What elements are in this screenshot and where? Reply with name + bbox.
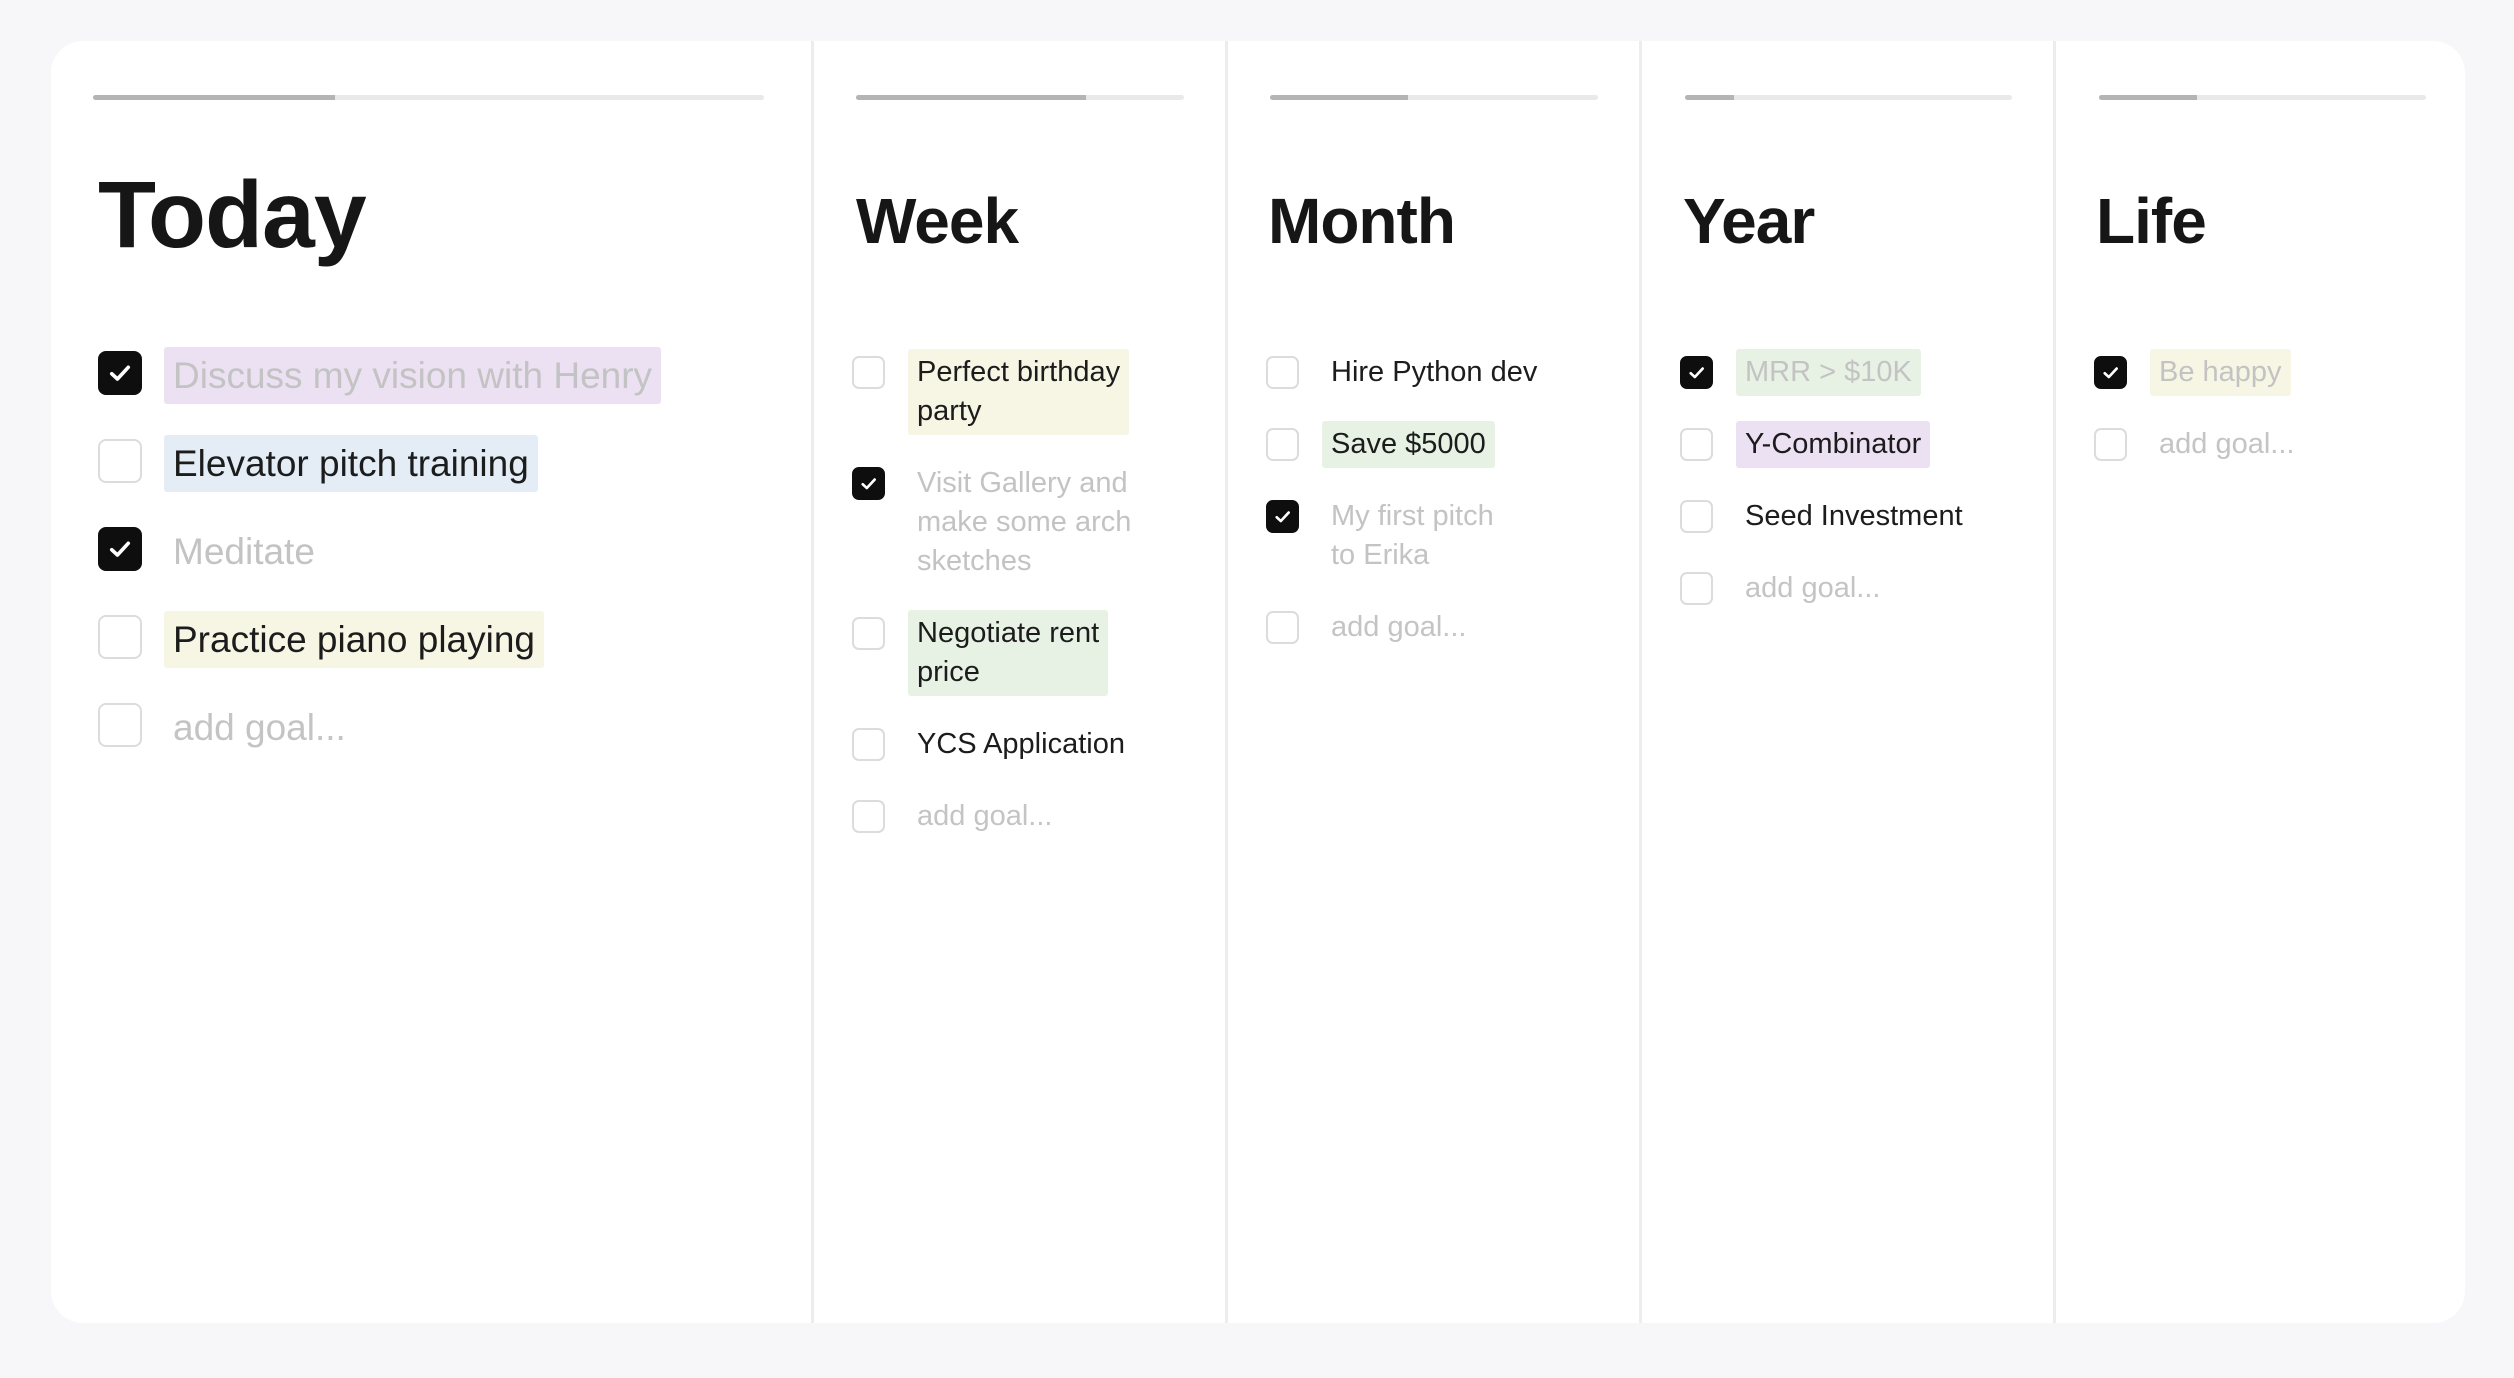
goal-label: Negotiate rent price (908, 610, 1109, 696)
add-goal-item[interactable]: add goal... (98, 699, 661, 756)
progress-bar-year (1685, 95, 2012, 100)
goal-list-life: Be happy add goal... (2094, 349, 2303, 493)
goals-board: Today Discuss my vision with Henry Elevat… (51, 41, 2465, 1323)
goal-item[interactable]: Hire Python dev (1266, 349, 1546, 396)
checkbox[interactable] (98, 615, 142, 659)
progress-fill-today (93, 95, 335, 100)
goal-item[interactable]: Elevator pitch training (98, 435, 661, 492)
progress-bar-today (93, 95, 764, 100)
add-goal-item[interactable]: add goal... (2094, 421, 2303, 468)
checkbox[interactable] (852, 800, 885, 833)
goal-item[interactable]: Perfect birthday party (852, 349, 1140, 435)
goal-item[interactable]: Practice piano playing (98, 611, 661, 668)
add-goal-placeholder[interactable]: add goal... (1736, 565, 1889, 612)
checkbox[interactable] (852, 356, 885, 389)
progress-bar-week (856, 95, 1184, 100)
goal-item[interactable]: Visit Gallery and make some arch sketche… (852, 460, 1140, 585)
progress-fill-month (1270, 95, 1408, 100)
column-week: Week Perfect birthday party Visit Gallery… (814, 41, 1228, 1323)
goal-item[interactable]: YCS Application (852, 721, 1140, 768)
checkbox[interactable] (1266, 428, 1299, 461)
goal-item[interactable]: Discuss my vision with Henry (98, 347, 662, 404)
goal-item[interactable]: Save $5000 (1266, 421, 1546, 468)
add-goal-placeholder[interactable]: add goal... (164, 699, 355, 756)
column-year: Year MRR > $10K Y-Combinator Seed Investme… (1642, 41, 2056, 1323)
goal-item[interactable]: Seed Investment (1680, 493, 1972, 540)
add-goal-placeholder[interactable]: add goal... (1322, 604, 1475, 651)
goal-item[interactable]: My first pitch to Erika (1266, 493, 1546, 579)
goal-label: My first pitch to Erika (1331, 500, 1494, 571)
checkbox-checked[interactable] (1680, 356, 1713, 389)
goal-label: Perfect birthday party (908, 349, 1130, 435)
progress-fill-week (856, 95, 1086, 100)
column-title-life: Life (2096, 185, 2207, 257)
checkbox-checked[interactable] (98, 527, 142, 571)
checkmark-icon (109, 541, 131, 557)
checkbox-checked[interactable] (98, 351, 142, 395)
checkbox[interactable] (1266, 611, 1299, 644)
checkmark-icon (1275, 511, 1290, 523)
goal-label: Visit Gallery and make some arch sketche… (917, 467, 1132, 577)
progress-fill-year (1685, 95, 1735, 100)
add-goal-item[interactable]: add goal... (852, 793, 1140, 840)
goal-label: Be happy (2150, 349, 2291, 396)
checkbox-checked[interactable] (1266, 500, 1299, 533)
checkbox[interactable] (2094, 428, 2127, 461)
checkmark-icon (861, 478, 876, 490)
column-life: Life Be happy add goal... (2056, 41, 2465, 1323)
column-today: Today Discuss my vision with Henry Elevat… (51, 41, 814, 1323)
column-month: Month Hire Python dev Save $5000 My first … (1228, 41, 1642, 1323)
goal-item[interactable]: Y-Combinator (1680, 421, 1972, 468)
checkbox[interactable] (1266, 356, 1299, 389)
checkbox[interactable] (98, 703, 142, 747)
add-goal-item[interactable]: add goal... (1680, 565, 1972, 612)
checkmark-icon (109, 365, 131, 381)
goal-label: Y-Combinator (1736, 421, 1931, 468)
goal-label: Elevator pitch training (164, 435, 538, 492)
goal-label: Save $5000 (1322, 421, 1495, 468)
column-title-week: Week (856, 185, 1019, 257)
goal-label: MRR > $10K (1736, 349, 1921, 396)
goal-list-year: MRR > $10K Y-Combinator Seed Investment add… (1680, 349, 1972, 637)
goal-label: Meditate (173, 531, 315, 572)
checkmark-icon (2103, 367, 2118, 379)
checkbox-checked[interactable] (2094, 356, 2127, 389)
goal-list-today: Discuss my vision with Henry Elevator pit… (98, 347, 662, 787)
add-goal-placeholder[interactable]: add goal... (2150, 421, 2303, 468)
goal-list-month: Hire Python dev Save $5000 My first pitch … (1266, 349, 1546, 676)
goal-item[interactable]: MRR > $10K (1680, 349, 1972, 396)
checkbox-checked[interactable] (852, 467, 885, 500)
goal-list-week: Perfect birthday party Visit Gallery and … (852, 349, 1140, 865)
checkmark-icon (1689, 367, 1704, 379)
checkbox[interactable] (852, 728, 885, 761)
progress-bar-life (2099, 95, 2426, 100)
column-title-year: Year (1683, 185, 1815, 257)
column-title-month: Month (1268, 185, 1456, 257)
checkbox[interactable] (852, 617, 885, 650)
checkbox[interactable] (98, 439, 142, 483)
goal-item[interactable]: Be happy (2094, 349, 2303, 396)
progress-bar-month (1270, 95, 1598, 100)
goal-item[interactable]: Negotiate rent price (852, 610, 1140, 696)
goal-label: Hire Python dev (1331, 356, 1538, 388)
checkbox[interactable] (1680, 500, 1713, 533)
checkbox[interactable] (1680, 428, 1713, 461)
goal-label: Practice piano playing (164, 611, 544, 668)
checkbox[interactable] (1680, 572, 1713, 605)
goal-label: Discuss my vision with Henry (164, 347, 662, 404)
add-goal-placeholder[interactable]: add goal... (908, 793, 1061, 840)
goal-label: Seed Investment (1745, 500, 1963, 532)
goal-label: YCS Application (917, 728, 1125, 760)
column-title-today: Today (98, 162, 367, 268)
goal-item[interactable]: Meditate (98, 523, 661, 580)
progress-fill-life (2099, 95, 2198, 100)
add-goal-item[interactable]: add goal... (1266, 604, 1546, 651)
